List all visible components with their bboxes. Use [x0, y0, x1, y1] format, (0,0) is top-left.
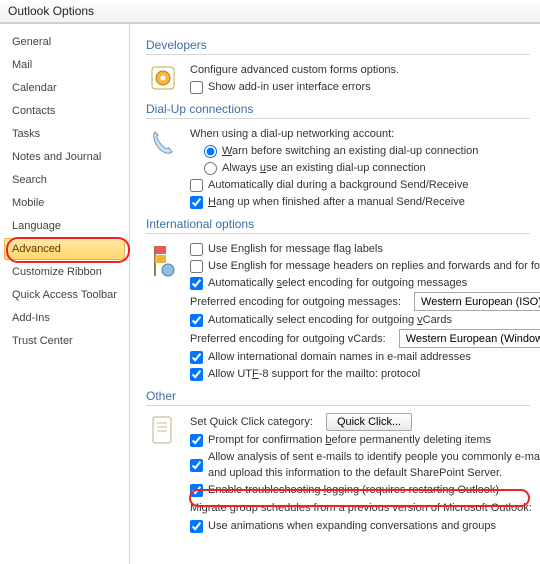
quick-click-button[interactable]: Quick Click... [326, 413, 412, 431]
sidebar-item-label: General [12, 36, 51, 48]
prompt-delete-label: Prompt for confirmation before permanent… [208, 432, 491, 448]
auto-encoding-vcard-checkbox[interactable] [190, 314, 203, 327]
prompt-delete-checkbox[interactable] [190, 434, 203, 447]
pref-encoding-msg-select[interactable]: Western European (ISO) [414, 292, 540, 311]
sidebar-item-advanced[interactable]: Advanced [4, 238, 125, 260]
divider [146, 233, 530, 234]
intl-domain-checkbox[interactable] [190, 351, 203, 364]
quick-click-label: Set Quick Click category: [190, 414, 313, 430]
warn-switch-radio[interactable] [204, 145, 217, 158]
divider [146, 405, 530, 406]
pref-encoding-vcard-select[interactable]: Western European (Windows) [399, 329, 540, 348]
sidebar-item-calendar[interactable]: Calendar [4, 77, 125, 99]
utf8-mailto-label: Allow UTF-8 support for the mailto: prot… [208, 366, 420, 382]
sidebar-item-mail[interactable]: Mail [4, 54, 125, 76]
phone-icon [146, 125, 180, 159]
auto-encoding-vcard-label: Automatically select encoding for outgoi… [208, 312, 452, 328]
auto-dial-label: Automatically dial during a background S… [208, 177, 469, 193]
sidebar-item-label: Customize Ribbon [12, 266, 102, 278]
title-bar: Outlook Options [0, 0, 540, 23]
section-header-developers: Developers [146, 38, 530, 52]
configure-forms-label: Configure advanced custom forms options. [190, 62, 399, 78]
content-pane: Developers Configure advanced custom for… [130, 24, 540, 564]
document-icon [146, 412, 180, 446]
sidebar-item-addins[interactable]: Add-Ins [4, 307, 125, 329]
sidebar-item-label: Tasks [12, 128, 40, 140]
dialup-lead: When using a dial-up networking account: [190, 126, 394, 142]
allow-analysis-label: Allow analysis of sent e-mails to identi… [208, 449, 540, 481]
sidebar-item-tasks[interactable]: Tasks [4, 123, 125, 145]
hangup-label: Hang up when finished after a manual Sen… [208, 194, 465, 210]
sidebar-item-label: Advanced [12, 243, 61, 255]
intl-domain-label: Allow international domain names in e-ma… [208, 349, 471, 365]
window-title: Outlook Options [8, 4, 94, 18]
show-addin-errors-checkbox[interactable] [190, 81, 203, 94]
sidebar-item-label: Contacts [12, 105, 55, 117]
show-addin-errors-label: Show add-in user interface errors [208, 79, 371, 95]
divider [146, 118, 530, 119]
english-flags-checkbox[interactable] [190, 243, 203, 256]
warn-switch-label: Warn before switching an existing dial-u… [222, 143, 478, 159]
hangup-checkbox[interactable] [190, 196, 203, 209]
sidebar-item-label: Language [12, 220, 61, 232]
sidebar-item-label: Add-Ins [12, 312, 50, 324]
english-headers-checkbox[interactable] [190, 260, 203, 273]
sidebar: General Mail Calendar Contacts Tasks Not… [0, 24, 130, 564]
sidebar-item-qat[interactable]: Quick Access Toolbar [4, 284, 125, 306]
developers-icon [146, 61, 180, 95]
always-use-label: Always use an existing dial-up connectio… [222, 160, 426, 176]
use-animations-checkbox[interactable] [190, 520, 203, 533]
auto-encoding-msg-label: Automatically select encoding for outgoi… [208, 275, 467, 291]
sidebar-item-contacts[interactable]: Contacts [4, 100, 125, 122]
divider [146, 54, 530, 55]
migrate-label: Migrate group schedules from a previous … [190, 500, 532, 516]
sidebar-item-label: Quick Access Toolbar [12, 289, 117, 301]
sidebar-item-language[interactable]: Language [4, 215, 125, 237]
sidebar-item-label: Mail [12, 59, 32, 71]
utf8-mailto-checkbox[interactable] [190, 368, 203, 381]
sidebar-item-label: Notes and Journal [12, 151, 101, 163]
always-use-radio[interactable] [204, 162, 217, 175]
pref-encoding-vcard-label: Preferred encoding for outgoing vCards: [190, 331, 386, 347]
window-body: General Mail Calendar Contacts Tasks Not… [0, 23, 540, 564]
sidebar-item-notes[interactable]: Notes and Journal [4, 146, 125, 168]
sidebar-item-label: Trust Center [12, 335, 73, 347]
pref-encoding-msg-label: Preferred encoding for outgoing messages… [190, 294, 401, 310]
auto-encoding-msg-checkbox[interactable] [190, 277, 203, 290]
auto-dial-checkbox[interactable] [190, 179, 203, 192]
sidebar-item-customize-ribbon[interactable]: Customize Ribbon [4, 261, 125, 283]
globe-flags-icon [146, 240, 180, 274]
sidebar-item-general[interactable]: General [4, 31, 125, 53]
sidebar-item-search[interactable]: Search [4, 169, 125, 191]
use-animations-label: Use animations when expanding conversati… [208, 518, 496, 534]
sidebar-item-label: Mobile [12, 197, 44, 209]
troubleshooting-logging-label: Enable troubleshooting logging (requires… [208, 482, 499, 498]
allow-analysis-checkbox[interactable] [190, 459, 203, 472]
sidebar-item-label: Calendar [12, 82, 57, 94]
sidebar-item-mobile[interactable]: Mobile [4, 192, 125, 214]
sidebar-item-label: Search [12, 174, 47, 186]
section-header-other: Other [146, 389, 530, 403]
troubleshooting-logging-checkbox[interactable] [190, 484, 203, 497]
section-header-dialup: Dial-Up connections [146, 102, 530, 116]
section-header-intl: International options [146, 217, 530, 231]
sidebar-item-trust[interactable]: Trust Center [4, 330, 125, 352]
english-headers-label: Use English for message headers on repli… [208, 258, 540, 274]
english-flags-label: Use English for message flag labels [208, 241, 383, 257]
